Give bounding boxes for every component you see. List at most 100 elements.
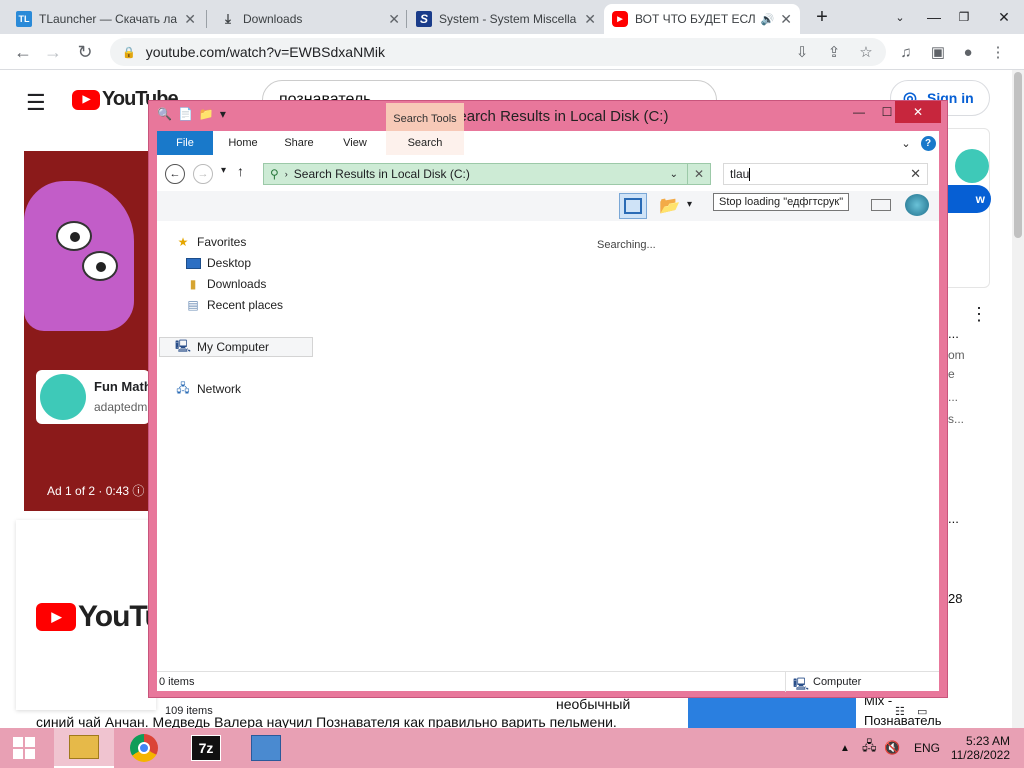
navigation-pane: ★ Favorites Desktop ▮ Downloads ▤ Recent pl… — [157, 225, 315, 665]
scrollbar-thumb[interactable] — [1014, 72, 1022, 238]
start-button[interactable] — [0, 728, 48, 768]
preview-pane-icon[interactable] — [619, 193, 647, 219]
help-icon[interactable]: ? — [919, 131, 937, 155]
recent-locations-icon[interactable]: ▾ — [221, 165, 226, 176]
tab-file[interactable]: File — [157, 131, 213, 155]
minimize-button[interactable]: — — [845, 101, 873, 123]
audio-playing-icon[interactable]: 🔊 — [761, 13, 775, 26]
hamburger-menu-icon[interactable]: ☰ — [26, 90, 46, 116]
close-tab-icon[interactable]: ✕ — [388, 11, 400, 28]
tab-home[interactable]: Home — [219, 131, 267, 155]
video-description: синий чай Анчан. Медведь Валера научил П… — [36, 714, 617, 728]
profile-icon[interactable]: ● — [956, 40, 980, 64]
recent-places-icon: ▤ — [187, 298, 199, 312]
tab-share[interactable]: Share — [275, 131, 323, 155]
context-tab-label: Search Tools — [393, 113, 457, 125]
more-options-icon[interactable]: ⋮ — [970, 304, 988, 325]
close-button[interactable]: ✕ — [895, 101, 941, 123]
explorer-content: ← → ▾ ↑ ⚲ › Search Results in Local Disk… — [157, 155, 939, 718]
globe-icon[interactable] — [905, 194, 929, 216]
windows-taskbar: 7z ▲ 🖧 🔇 ENG 5:23 AM 11/28/2022 — [0, 728, 1024, 768]
tab-tlauncher[interactable]: TL TLauncher — Скачать ла ✕ — [8, 4, 204, 34]
clock[interactable]: 5:23 AM 11/28/2022 — [944, 728, 1010, 768]
taskbar-chrome[interactable] — [114, 728, 174, 768]
options-dropdown-icon[interactable]: ▾ — [687, 199, 692, 210]
media-control-icon[interactable]: ♫ — [894, 40, 918, 64]
expand-ribbon-icon[interactable]: ⌄ — [897, 131, 915, 155]
side-text: s... — [948, 412, 965, 426]
chrome-icon — [130, 734, 158, 762]
clear-search-icon[interactable]: ✕ — [910, 166, 921, 182]
close-window-button[interactable]: ✕ — [984, 0, 1024, 34]
items-count: 109 items — [165, 705, 213, 717]
explorer-address-bar[interactable]: ⚲ › Search Results in Local Disk (C:) ⌄ — [263, 163, 711, 185]
tray-expand-icon[interactable]: ▲ — [840, 728, 850, 768]
close-tab-icon[interactable]: ✕ — [584, 11, 596, 28]
new-tab-button[interactable]: + — [802, 0, 842, 34]
tab-system[interactable]: S System - System Miscella ✕ — [408, 4, 604, 34]
language-indicator[interactable]: ENG — [914, 728, 940, 768]
desktop-icon — [185, 256, 201, 270]
system-favicon-icon: S — [416, 11, 432, 27]
search-text: tlau — [730, 167, 750, 181]
windows-logo-icon — [13, 737, 35, 759]
forward-arrow-icon[interactable]: → — [40, 39, 66, 65]
tab-title: TLauncher — Скачать ла — [39, 12, 178, 26]
menu-dots-icon[interactable]: ⋮ — [986, 40, 1010, 64]
folder-options-icon[interactable]: 📂 — [659, 196, 680, 216]
tab-title: Downloads — [243, 12, 303, 26]
back-arrow-icon[interactable]: ← — [165, 164, 185, 184]
searching-status: Searching... — [597, 239, 656, 251]
nav-label: Desktop — [207, 256, 252, 270]
video-player[interactable] — [24, 151, 150, 511]
back-arrow-icon[interactable]: ← — [10, 39, 36, 65]
ad-label: Ad 1 of 2 · 0:43 ⓘ — [47, 484, 145, 498]
taskbar-7zip[interactable]: 7z — [176, 728, 236, 768]
nav-network[interactable]: 🖧 Network — [175, 381, 241, 397]
details-view-icon[interactable]: ☷ — [895, 705, 905, 718]
tab-search[interactable]: Search — [386, 131, 464, 155]
page-scrollbar[interactable] — [1012, 70, 1024, 728]
breadcrumb-chevron-icon: › — [284, 169, 288, 179]
nav-downloads[interactable]: ▮ Downloads — [185, 277, 267, 291]
bookmark-star-icon[interactable]: ☆ — [854, 40, 878, 64]
ad-card[interactable]: Fun Math adaptedm — [36, 370, 152, 424]
nav-desktop[interactable]: Desktop — [185, 256, 251, 270]
install-icon[interactable]: ⇩ — [790, 40, 814, 64]
video-description-fragment: необычный — [556, 696, 631, 712]
nav-favorites[interactable]: ★ Favorites — [175, 235, 247, 249]
clock-time: 5:23 AM — [965, 734, 1010, 748]
up-arrow-icon[interactable]: ↑ — [237, 163, 244, 179]
close-tab-icon[interactable]: ✕ — [780, 11, 792, 28]
stop-loading-button[interactable]: ✕ — [687, 163, 711, 185]
nav-label: Recent places — [207, 298, 284, 312]
taskbar-control-panel[interactable] — [236, 728, 296, 768]
nav-recent-places[interactable]: ▤ Recent places — [185, 298, 283, 312]
related-video-thumbnail[interactable] — [688, 696, 856, 728]
taskbar-file-explorer[interactable] — [54, 728, 114, 768]
large-icons-view-icon[interactable]: ▭ — [917, 705, 927, 718]
side-text: e — [948, 367, 955, 381]
tab-youtube-video[interactable]: ▶ ВОТ ЧТО БУДЕТ ЕСЛ 🔊 ✕ — [604, 4, 800, 34]
stop-loading-tooltip: Stop loading "едфгтсрук" — [713, 193, 850, 211]
nav-my-computer[interactable]: 🖳 My Computer — [159, 337, 313, 357]
volume-muted-icon[interactable]: 🔇 — [884, 728, 900, 768]
nav-label: My Computer — [197, 340, 270, 354]
tab-title: ВОТ ЧТО БУДЕТ ЕСЛ — [635, 12, 756, 26]
address-bar[interactable]: 🔒 youtube.com/watch?v=EWBSdxaNMik — [110, 38, 886, 66]
youtube-play-icon: ▶ — [72, 89, 100, 110]
side-panel-icon[interactable]: ▣ — [926, 40, 950, 64]
forward-arrow-icon[interactable]: → — [193, 164, 213, 184]
reload-icon[interactable]: ↻ — [72, 39, 98, 65]
address-dropdown-icon[interactable]: ⌄ — [670, 169, 678, 180]
ad-avatar — [40, 374, 86, 420]
url-text: youtube.com/watch?v=EWBSdxaNMik — [145, 44, 385, 60]
tab-view[interactable]: View — [331, 131, 379, 155]
explorer-search-input[interactable]: tlau ✕ — [723, 163, 928, 185]
network-tray-icon[interactable]: 🖧 — [862, 728, 877, 768]
close-tab-icon[interactable]: ✕ — [184, 11, 196, 28]
share-icon[interactable]: ⇪ — [822, 40, 846, 64]
restore-button[interactable]: ❐ — [944, 0, 984, 34]
tab-downloads[interactable]: ⤓ Downloads ✕ — [212, 4, 408, 34]
view-details-icon[interactable] — [871, 199, 891, 211]
